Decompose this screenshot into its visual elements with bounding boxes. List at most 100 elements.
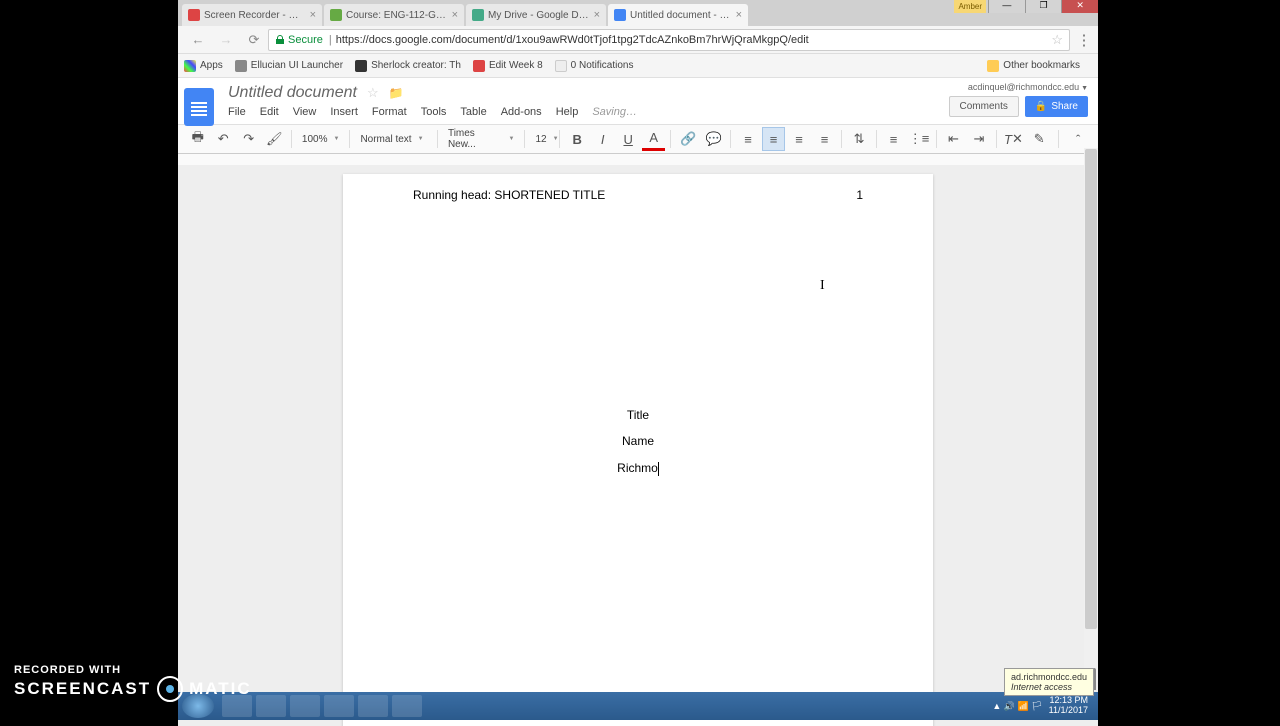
line-spacing-icon[interactable]: ⇅ xyxy=(847,127,870,151)
menu-tools[interactable]: Tools xyxy=(421,106,447,118)
tab-close-icon[interactable]: × xyxy=(448,9,458,21)
menu-view[interactable]: View xyxy=(293,106,317,118)
taskbar-app[interactable] xyxy=(324,695,354,717)
tab-document[interactable]: Untitled document - Go × xyxy=(608,4,748,26)
tray-icons[interactable]: ▲ 🔊 📶 🏳 xyxy=(992,701,1042,712)
align-right-icon[interactable]: ≡ xyxy=(787,127,810,151)
scrollbar[interactable] xyxy=(1084,148,1098,682)
align-center-icon[interactable]: ≡ xyxy=(762,127,786,151)
url-text: https://docs.google.com/document/d/1xou9… xyxy=(336,34,809,46)
url-input[interactable]: Secure | https://docs.google.com/documen… xyxy=(268,29,1070,51)
taskbar-app[interactable] xyxy=(392,695,422,717)
bold-icon[interactable]: B xyxy=(565,127,588,151)
editing-mode-icon[interactable]: ✎ xyxy=(1027,127,1051,151)
numbered-list-icon[interactable]: ≡ xyxy=(882,127,905,151)
text-cursor xyxy=(658,462,659,476)
tab-close-icon[interactable]: × xyxy=(306,9,316,21)
bookmark-edit-week[interactable]: Edit Week 8 xyxy=(473,60,543,72)
docs-logo-icon[interactable] xyxy=(184,88,214,126)
system-tray[interactable]: ▲ 🔊 📶 🏳 12:13 PM 11/1/2017 xyxy=(992,696,1094,716)
menu-table[interactable]: Table xyxy=(460,106,486,118)
secure-indicator: Secure xyxy=(275,34,323,46)
other-bookmarks[interactable]: Other bookmarks xyxy=(987,60,1080,72)
bookmark-icon xyxy=(473,60,485,72)
tab-label: Course: ENG-112-GW1- xyxy=(346,10,448,21)
title-line: Title xyxy=(413,402,863,428)
reload-button[interactable]: ⟳ xyxy=(246,32,262,48)
bookmark-notifications[interactable]: 0 Notifications xyxy=(555,60,634,72)
bookmark-sherlock[interactable]: Sherlock creator: Th xyxy=(355,60,461,72)
bookmark-star-icon[interactable]: ☆ xyxy=(1051,32,1063,48)
docs-header: acdinquel@richmondcc.edu Comments 🔒Share… xyxy=(178,78,1098,124)
tab-label: My Drive - Google Drive xyxy=(488,10,590,21)
network-tooltip: ad.richmondcc.edu Internet access xyxy=(1004,668,1094,696)
window-controls: — ❐ ✕ xyxy=(988,0,1098,13)
menu-edit[interactable]: Edit xyxy=(260,106,279,118)
ruler[interactable] xyxy=(178,154,1098,166)
share-button[interactable]: 🔒Share xyxy=(1025,96,1088,117)
taskbar-app[interactable] xyxy=(358,695,388,717)
link-icon[interactable]: 🔗 xyxy=(676,127,699,151)
redo-icon[interactable]: ↷ xyxy=(237,127,260,151)
folder-icon[interactable]: 📁 xyxy=(389,86,404,100)
scrollbar-thumb[interactable] xyxy=(1085,149,1097,629)
italic-icon[interactable]: I xyxy=(591,127,614,151)
menu-addons[interactable]: Add-ons xyxy=(501,106,542,118)
font-size-select[interactable]: 12 xyxy=(530,128,554,150)
maximize-button[interactable]: ❐ xyxy=(1025,0,1062,13)
bullet-list-icon[interactable]: ⋮≡ xyxy=(907,127,930,151)
institution-line: Richmo xyxy=(617,461,658,475)
back-button[interactable]: ← xyxy=(190,32,206,48)
print-icon[interactable]: 🖶 xyxy=(186,127,209,151)
saving-status: Saving… xyxy=(592,106,637,118)
tab-close-icon[interactable]: × xyxy=(732,9,742,21)
document-title[interactable]: Untitled document xyxy=(228,84,357,102)
user-email[interactable]: acdinquel@richmondcc.edu xyxy=(968,82,1088,92)
bookmark-icon xyxy=(235,60,247,72)
page[interactable]: Running head: SHORTENED TITLE 1 I Title … xyxy=(343,174,933,726)
zoom-select[interactable]: 100% xyxy=(297,128,345,150)
undo-icon[interactable]: ↶ xyxy=(211,127,234,151)
paint-format-icon[interactable]: 🖌 xyxy=(262,127,285,151)
browser-menu-icon[interactable]: ⋮ xyxy=(1076,31,1092,49)
document-body[interactable]: Title Name Richmo xyxy=(413,402,863,481)
forward-button[interactable]: → xyxy=(218,32,234,48)
comment-icon[interactable]: 💬 xyxy=(702,127,725,151)
clock-date: 11/1/2017 xyxy=(1049,706,1088,716)
lock-icon xyxy=(275,35,285,45)
apps-grid-icon xyxy=(184,60,196,72)
bookmark-icon xyxy=(555,60,567,72)
clear-format-icon[interactable]: T✕ xyxy=(1002,127,1025,151)
taskbar-app[interactable] xyxy=(256,695,286,717)
indent-increase-icon[interactable]: ⇥ xyxy=(967,127,990,151)
align-left-icon[interactable]: ≡ xyxy=(736,127,759,151)
style-select[interactable]: Normal text xyxy=(355,128,432,150)
menu-file[interactable]: File xyxy=(228,106,246,118)
bookmark-icon xyxy=(355,60,367,72)
menu-help[interactable]: Help xyxy=(556,106,579,118)
font-select[interactable]: Times New... xyxy=(443,128,520,150)
align-justify-icon[interactable]: ≡ xyxy=(813,127,836,151)
taskbar-app[interactable] xyxy=(290,695,320,717)
address-bar: ← → ⟳ Secure | https://docs.google.com/d… xyxy=(178,26,1098,54)
windows-user-badge: Amber xyxy=(954,0,986,13)
tab-close-icon[interactable]: × xyxy=(590,9,600,21)
tab-course[interactable]: Course: ENG-112-GW1- × xyxy=(324,4,464,26)
text-cursor-mark: I xyxy=(820,278,825,294)
underline-icon[interactable]: U xyxy=(616,127,639,151)
tab-drive[interactable]: My Drive - Google Drive × xyxy=(466,4,606,26)
text-color-icon[interactable]: A xyxy=(642,127,665,151)
indent-decrease-icon[interactable]: ⇤ xyxy=(942,127,965,151)
tab-favicon xyxy=(614,9,626,21)
bookmark-ellucian[interactable]: Ellucian UI Launcher xyxy=(235,60,343,72)
menu-insert[interactable]: Insert xyxy=(330,106,358,118)
comments-button[interactable]: Comments xyxy=(949,96,1019,117)
apps-button[interactable]: Apps xyxy=(184,60,223,72)
running-head: Running head: SHORTENED TITLE xyxy=(413,188,605,202)
tab-screen-recorder[interactable]: Screen Recorder - Recor × xyxy=(182,4,322,26)
close-button[interactable]: ✕ xyxy=(1061,0,1098,13)
tab-label: Untitled document - Go xyxy=(630,10,732,21)
minimize-button[interactable]: — xyxy=(988,0,1025,13)
menu-format[interactable]: Format xyxy=(372,106,407,118)
star-icon[interactable]: ☆ xyxy=(367,85,379,101)
